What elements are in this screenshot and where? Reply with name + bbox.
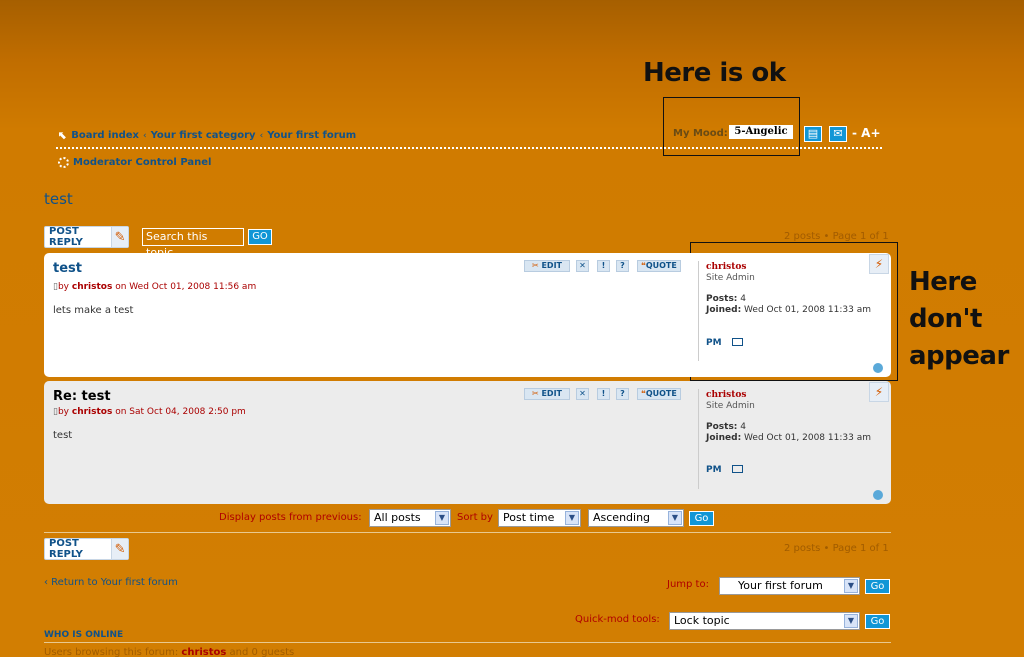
search-input[interactable]: Search this topic…: [142, 228, 244, 259]
mcp-label: Moderator Control Panel: [73, 157, 212, 168]
post-author[interactable]: christos: [72, 407, 112, 417]
chevron-down-icon: ▼: [565, 511, 579, 525]
annotation-ok: Here is ok: [643, 58, 786, 88]
info-button[interactable]: ?: [616, 260, 629, 272]
post-1: test ▯by christos on Wed Oct 01, 2008 11…: [44, 253, 891, 377]
report-post-icon[interactable]: ⚡: [869, 254, 889, 274]
quick-mod-go-button[interactable]: Go: [865, 614, 890, 629]
email-icon[interactable]: ✉: [829, 126, 847, 142]
post-title[interactable]: Re: test: [53, 389, 111, 404]
email-icon[interactable]: [732, 338, 743, 346]
post-date: on Sat Oct 04, 2008 2:50 pm: [115, 407, 246, 417]
post-profile-divider: [698, 261, 699, 361]
pencil-icon: ✎: [111, 227, 128, 247]
display-go-button[interactable]: Go: [689, 511, 714, 526]
quick-mod-label: Quick-mod tools:: [575, 614, 660, 625]
chevron-down-icon: ▼: [844, 579, 858, 593]
quote-button[interactable]: ❝QUOTE: [637, 388, 681, 400]
post-reply-button-bottom[interactable]: POST REPLY ✎: [44, 538, 129, 560]
profile-posts: Posts: 4: [706, 422, 747, 432]
profile-joined: Joined: Wed Oct 01, 2008 11:33 am: [706, 305, 871, 315]
online-user[interactable]: christos: [181, 647, 226, 657]
moderator-control-panel-link[interactable]: Moderator Control Panel: [58, 157, 211, 168]
sort-by-label: Sort by: [457, 512, 493, 523]
back-to-top-icon[interactable]: [873, 490, 883, 500]
wrench-icon: ✂: [531, 261, 539, 270]
annotation-line-3: appear: [909, 341, 1009, 371]
post-date: on Wed Oct 01, 2008 11:56 am: [115, 282, 257, 292]
divider: [44, 532, 891, 533]
delete-button[interactable]: ✕: [576, 388, 589, 400]
quote-button[interactable]: ❝QUOTE: [637, 260, 681, 272]
search-go-button[interactable]: GO: [248, 229, 272, 245]
who-is-online-text: Users browsing this forum: christos and …: [44, 647, 295, 657]
report-button[interactable]: !: [597, 260, 610, 272]
breadcrumb: ⬉ Board index ‹ Your first category ‹ Yo…: [58, 129, 356, 142]
profile-username[interactable]: christos: [706, 390, 746, 400]
breadcrumb-category[interactable]: Your first category: [151, 130, 256, 141]
profile-rank: Site Admin: [706, 273, 755, 283]
annotation-line-2: don't: [909, 304, 982, 334]
chevron-down-icon: ▼: [668, 511, 682, 525]
gear-icon: [58, 157, 69, 168]
delete-button[interactable]: ✕: [576, 260, 589, 272]
report-post-icon[interactable]: ⚡: [869, 382, 889, 402]
post-content: test: [53, 430, 73, 441]
back-to-top-icon[interactable]: [873, 363, 883, 373]
pm-button[interactable]: PM: [706, 465, 722, 475]
email-icon[interactable]: [732, 465, 743, 473]
post-title[interactable]: test: [53, 261, 82, 276]
divider: [44, 642, 891, 643]
post-reply-button[interactable]: POST REPLY ✎: [44, 226, 129, 248]
jump-to-label: Jump to:: [667, 579, 709, 590]
display-posts-select[interactable]: All posts ▼: [369, 509, 451, 527]
post-reply-label: POST REPLY: [49, 538, 83, 560]
jump-to-select[interactable]: Your first forum ▼: [719, 577, 860, 595]
breadcrumb-separator: ‹: [259, 130, 264, 141]
chevron-down-icon: ▼: [435, 511, 449, 525]
quick-mod-select[interactable]: Lock topic ▼: [669, 612, 860, 630]
sort-by-select[interactable]: Post time ▼: [498, 509, 581, 527]
edit-button[interactable]: ✂ EDIT: [524, 388, 570, 400]
return-to-forum-link[interactable]: ‹ Return to Your first forum: [44, 577, 178, 588]
print-icon[interactable]: ▤: [804, 126, 822, 142]
chevron-down-icon: ▼: [844, 614, 858, 628]
pagination-bottom: 2 posts • Page 1 of 1: [784, 543, 889, 554]
home-icon: ⬉: [58, 129, 68, 142]
pm-button[interactable]: PM: [706, 338, 722, 348]
post-meta: ▯by christos on Sat Oct 04, 2008 2:50 pm: [53, 407, 246, 417]
pencil-icon: ✎: [111, 539, 128, 559]
mood-value: 5-Angelic: [729, 125, 793, 139]
post-profile-divider: [698, 389, 699, 489]
post-author[interactable]: christos: [72, 282, 112, 292]
post-content: lets make a test: [53, 305, 134, 316]
post-reply-label: POST REPLY: [49, 226, 83, 248]
profile-username[interactable]: christos: [706, 262, 746, 272]
post-2: Re: test ▯by christos on Sat Oct 04, 200…: [44, 381, 891, 504]
jump-to-go-button[interactable]: Go: [865, 579, 890, 594]
mood-label: My Mood:: [673, 128, 728, 139]
wrench-icon: ✂: [531, 389, 539, 398]
profile-joined: Joined: Wed Oct 01, 2008 11:33 am: [706, 433, 871, 443]
who-is-online-heading: WHO IS ONLINE: [44, 630, 124, 640]
profile-posts: Posts: 4: [706, 294, 747, 304]
post-meta: ▯by christos on Wed Oct 01, 2008 11:56 a…: [53, 282, 257, 292]
page-title: test: [44, 190, 73, 208]
breadcrumb-separator: ‹: [142, 130, 147, 141]
breadcrumb-forum[interactable]: Your first forum: [267, 130, 356, 141]
display-posts-label: Display posts from previous:: [219, 512, 362, 523]
profile-rank: Site Admin: [706, 401, 755, 411]
info-button[interactable]: ?: [616, 388, 629, 400]
edit-button[interactable]: ✂ EDIT: [524, 260, 570, 272]
breadcrumb-divider: [56, 147, 882, 149]
annotation-not-appear: Here don't appear: [909, 264, 1009, 375]
pagination-top: 2 posts • Page 1 of 1: [784, 231, 889, 242]
breadcrumb-board-index[interactable]: Board index: [71, 130, 139, 141]
report-button[interactable]: !: [597, 388, 610, 400]
font-size-toggle[interactable]: - A+: [852, 126, 881, 140]
sort-order-select[interactable]: Ascending ▼: [588, 509, 684, 527]
annotation-line-1: Here: [909, 267, 977, 297]
